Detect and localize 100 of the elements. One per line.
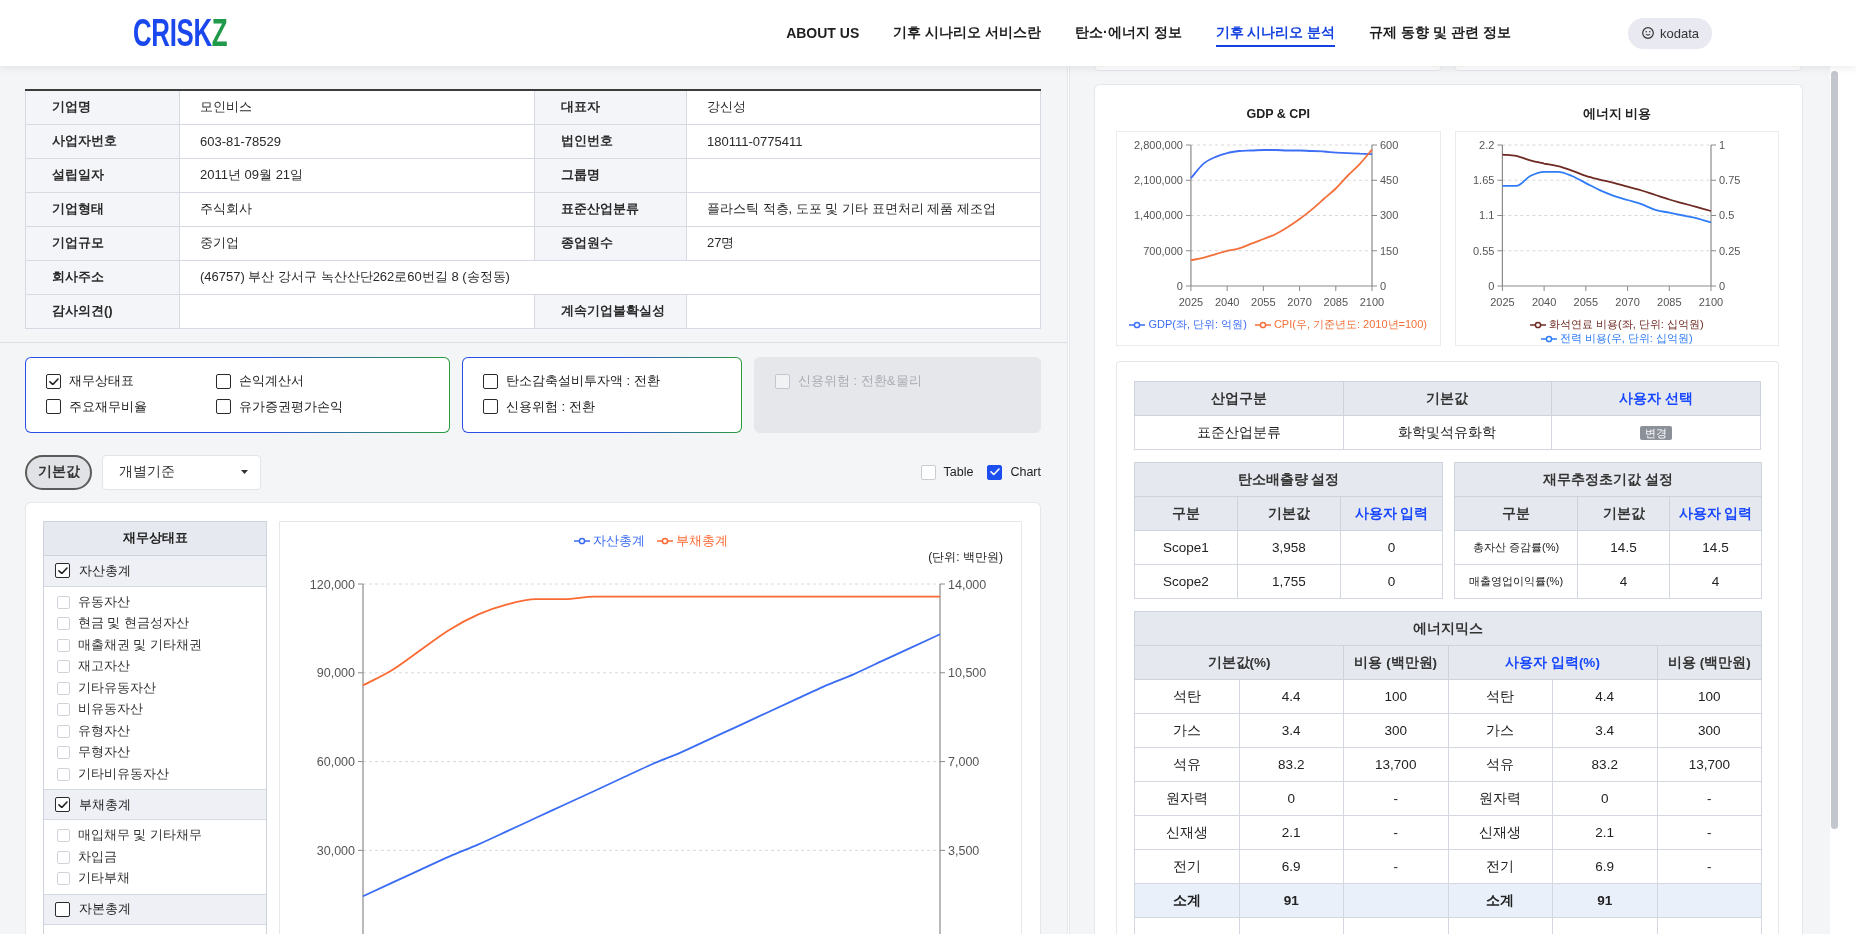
checkbox-label: Table (943, 465, 974, 479)
column-header: 사용자 입력(%) (1448, 645, 1657, 680)
table-title: 재무추정초기값 설정 (1454, 462, 1762, 497)
tree-item-label: 무형자산 (78, 744, 130, 762)
checkbox[interactable] (483, 399, 498, 415)
field-value: 주식회사 (179, 192, 535, 226)
checkbox-label: 신용위험 : 전환&물리 (798, 372, 922, 391)
check-icon (48, 377, 59, 386)
field-value: 180111-0775411 (686, 124, 1041, 158)
column-header: 사용자 입력 (1669, 496, 1762, 531)
table-cell: 91 (1239, 883, 1344, 918)
nav-link[interactable]: ABOUT US (786, 20, 860, 46)
axis-label: 2040 (1531, 296, 1556, 308)
table-cell: 83.2 (1552, 747, 1657, 782)
table-cell: 총자산 증감률(%) (1454, 530, 1578, 565)
checkbox[interactable] (216, 373, 231, 389)
nav-link[interactable]: 기후 시나리오 분석 (1215, 19, 1336, 47)
checkbox[interactable] (987, 464, 1003, 480)
nav-link[interactable]: 기후 시나리오 서비스란 (893, 19, 1042, 47)
legend-label: GDP(좌, 단위: 억원) (1148, 318, 1247, 331)
field-label: 설립일자 (25, 158, 180, 192)
tree-item-label: 재고자산 (78, 658, 130, 676)
table-cell: 0 (1552, 781, 1657, 816)
table-cell: 83.2 (1239, 747, 1344, 782)
checkbox[interactable] (55, 563, 70, 578)
user-button[interactable]: kodata (1627, 17, 1712, 49)
axis-label: 0.5 (1718, 209, 1734, 222)
column-header: 비용 (백만원) (1657, 645, 1762, 680)
tree-item-label: 유형자산 (78, 722, 130, 740)
tree-group-label: 부채총계 (79, 795, 131, 814)
tree-group-label: 자산총계 (79, 561, 131, 580)
table-cell: 4.4 (1239, 679, 1344, 714)
checkbox[interactable] (216, 399, 231, 415)
axis-label: 0.55 (1472, 244, 1494, 257)
tree-item-label: 매출채권 및 기타채권 (78, 636, 202, 654)
field-value: 2011년 09월 21일 (179, 158, 535, 192)
field-label: 사업자번호 (25, 124, 180, 158)
nav-link[interactable]: 탄소·에너지 정보 (1075, 19, 1182, 47)
table-cell: 4 (1577, 564, 1670, 599)
axis-label: 150 (1380, 244, 1399, 257)
nav-link[interactable]: 규제 동향 및 관련 정보 (1369, 19, 1511, 47)
table-cell: 300 (1657, 713, 1762, 748)
field-value: 27명 (686, 226, 1041, 260)
table-cell: - (1657, 849, 1762, 884)
table-cell: 100 (1657, 679, 1762, 714)
axis-label: 0 (1380, 279, 1387, 292)
table-cell: - (1343, 781, 1448, 816)
table-cell: 신재생 (1134, 815, 1239, 850)
preset-button[interactable]: 기본값 (25, 454, 92, 490)
axis-label: 450 (1380, 174, 1399, 187)
axis-label: 10,500 (948, 665, 987, 680)
tree-item-label: 비유동자산 (78, 701, 143, 719)
table-cell: 전기 (1134, 849, 1239, 884)
table-cell: Scope2 (1134, 564, 1238, 599)
axis-label: 0 (1176, 279, 1183, 292)
table-cell: 소계 (1134, 883, 1239, 918)
axis-label: 14,000 (948, 577, 987, 591)
axis-label: 1 (1718, 138, 1725, 151)
check-icon (57, 566, 68, 575)
axis-label: 700,000 (1143, 244, 1183, 257)
checkbox[interactable] (46, 399, 61, 415)
column-header: 사용자 입력 (1340, 496, 1443, 531)
field-label: 대표자 (534, 90, 687, 124)
axis-label: 2,800,000 (1134, 138, 1183, 151)
axis-label: 2,100,000 (1134, 174, 1183, 187)
axis-label: 0.25 (1718, 244, 1740, 257)
basis-select[interactable]: 개별기준 (102, 454, 261, 490)
table-cell: - (1343, 815, 1448, 850)
table-title: 에너지믹스 (1134, 611, 1762, 646)
table-cell: - (1657, 781, 1762, 816)
column-header: 산업구분 (1134, 381, 1344, 416)
table-cell: 2.1 (1552, 815, 1657, 850)
table-cell: 3,958 (1237, 530, 1341, 565)
tree-item-label: 차입금 (78, 848, 117, 866)
table-cell: 매출영업이익률(%) (1454, 564, 1578, 599)
table-cell: 석유 (1134, 747, 1239, 782)
axis-label: 1.1 (1478, 209, 1494, 222)
axis-label: 120,000 (309, 577, 355, 591)
checkbox[interactable] (55, 901, 70, 917)
table-cell: 2.1 (1239, 815, 1344, 850)
checkbox[interactable] (483, 373, 498, 389)
field-label: 기업규모 (25, 226, 180, 260)
column-header: 구분 (1134, 496, 1238, 531)
axis-label: 600 (1380, 138, 1399, 151)
checkbox[interactable] (46, 373, 61, 389)
axis-label: 2085 (1656, 296, 1681, 308)
checkbox[interactable] (55, 797, 70, 812)
checkbox-label: 탄소감축설비투자액 : 전환 (506, 372, 660, 391)
column-header: 기본값 (1577, 496, 1670, 531)
tree-item-label: 현금 및 현금성자산 (78, 615, 189, 633)
tree-group-label: 자본총계 (79, 900, 131, 918)
axis-label: 2070 (1287, 296, 1312, 308)
smiley-icon (1641, 27, 1654, 39)
table-cell: 300 (1343, 713, 1448, 748)
axis-label: 1.65 (1472, 174, 1494, 187)
axis-label: 2100 (1359, 296, 1385, 308)
logo[interactable]: CRISKZ (133, 17, 228, 49)
axis-label: 2055 (1251, 296, 1276, 308)
scrollbar-thumb[interactable] (1831, 71, 1838, 829)
table-cell: 0 (1239, 781, 1344, 816)
